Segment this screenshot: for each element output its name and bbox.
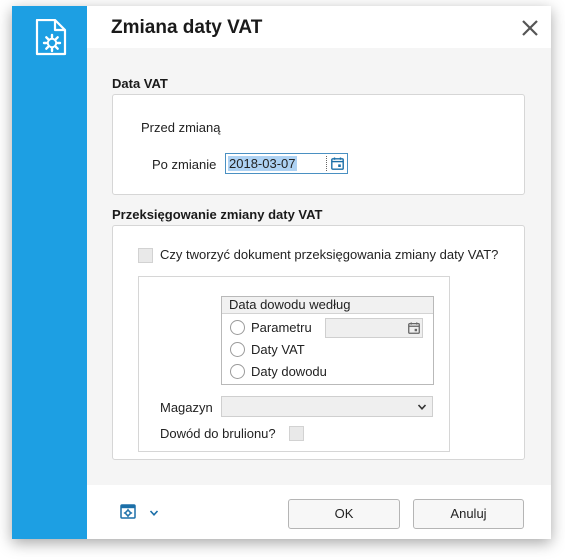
ok-button[interactable]: OK xyxy=(288,499,400,529)
dialog-title: Zmiana daty VAT xyxy=(111,17,263,38)
cancel-button[interactable]: Anuluj xyxy=(413,499,524,529)
draft-label: Dowód do brulionu? xyxy=(160,426,276,441)
create-document-checkbox[interactable] xyxy=(138,248,153,263)
create-document-label: Czy tworzyć dokument przeksięgowania zmi… xyxy=(160,247,499,262)
radio-parameter-label: Parametru xyxy=(251,320,312,335)
calendar-icon xyxy=(408,322,420,334)
close-icon[interactable] xyxy=(520,18,540,38)
warehouse-label: Magazyn xyxy=(160,400,213,415)
chevron-down-icon[interactable] xyxy=(149,508,159,518)
parameter-date-field xyxy=(325,318,423,338)
draft-checkbox[interactable] xyxy=(289,426,304,441)
dialog-sidebar xyxy=(12,6,87,539)
chevron-down-icon xyxy=(417,404,427,410)
vat-section-label: Data VAT xyxy=(112,76,168,91)
after-change-label: Po zmianie xyxy=(152,157,217,172)
document-settings-icon xyxy=(35,19,67,56)
vat-section-box xyxy=(112,94,525,195)
date-field-separator xyxy=(326,156,327,171)
radio-document-date-label: Daty dowodu xyxy=(251,364,327,379)
rebook-section-label: Przeksięgowanie zmiany daty VAT xyxy=(112,207,323,222)
document-date-group-title: Data dowodu według xyxy=(222,297,433,314)
calendar-settings-icon[interactable] xyxy=(120,503,138,521)
radio-vat-date[interactable] xyxy=(230,342,245,357)
dialog-window: Zmiana daty VAT Data VAT Przed zmianą Po… xyxy=(12,6,551,539)
warehouse-select[interactable] xyxy=(221,396,433,417)
vat-date-field[interactable]: 2018-03-07 xyxy=(225,153,348,174)
radio-parameter[interactable] xyxy=(230,320,245,335)
radio-document-date[interactable] xyxy=(230,364,245,379)
before-change-label: Przed zmianą xyxy=(141,120,221,135)
radio-vat-date-label: Daty VAT xyxy=(251,342,305,357)
vat-date-value[interactable]: 2018-03-07 xyxy=(228,156,297,171)
calendar-icon[interactable] xyxy=(331,157,344,170)
